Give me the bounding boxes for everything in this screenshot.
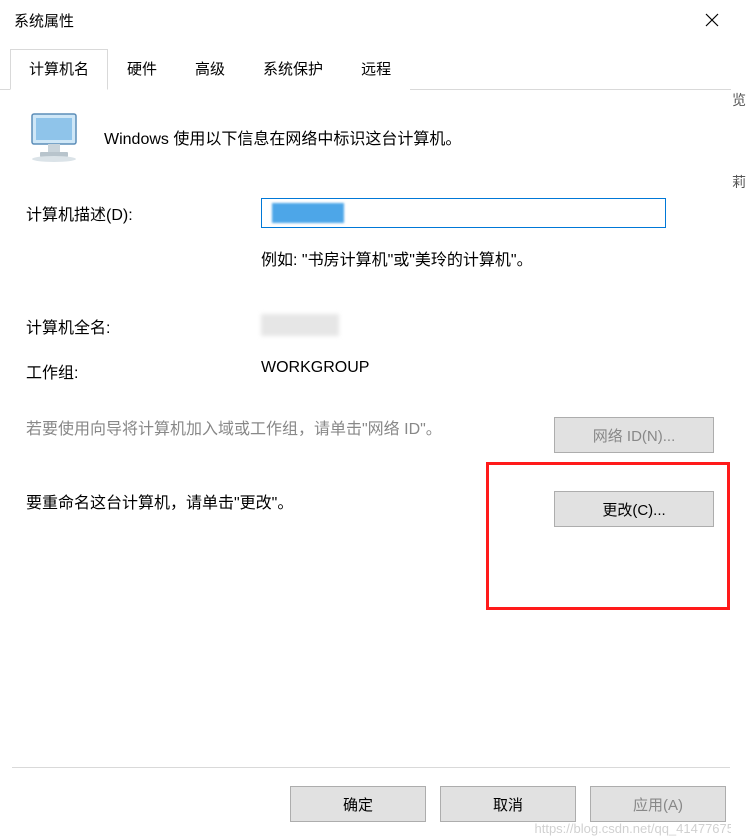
tab-advanced[interactable]: 高级 [176, 49, 244, 90]
intro-text: Windows 使用以下信息在网络中标识这台计算机。 [104, 125, 461, 149]
description-example: 例如: "书房计算机"或"美玲的计算机"。 [261, 246, 714, 270]
system-properties-window: 系统属性 计算机名 硬件 高级 系统保护 远程 Windows 使用以下信息在网… [0, 0, 740, 840]
fullname-label: 计算机全名: [26, 314, 261, 341]
redacted-value [261, 314, 339, 336]
redacted-value [272, 203, 344, 223]
tab-computer-name[interactable]: 计算机名 [10, 49, 108, 90]
action-section: 若要使用向导将计算机加入域或工作组，请单击"网络 ID"。 网络 ID(N)..… [26, 417, 714, 527]
workgroup-row: 工作组: WORKGROUP [26, 359, 714, 383]
computer-icon [26, 110, 86, 164]
close-icon [705, 13, 719, 27]
right-edge-fragment: 览 莉 [731, 0, 740, 840]
tab-content: Windows 使用以下信息在网络中标识这台计算机。 计算机描述(D): 例如:… [0, 90, 740, 557]
intro-row: Windows 使用以下信息在网络中标识这台计算机。 [26, 110, 714, 164]
tab-hardware[interactable]: 硬件 [108, 49, 176, 90]
description-input[interactable] [261, 198, 666, 228]
description-row: 计算机描述(D): 例如: "书房计算机"或"美玲的计算机"。 [26, 198, 714, 300]
description-label: 计算机描述(D): [26, 198, 261, 225]
workgroup-label: 工作组: [26, 359, 261, 383]
change-row: 要重命名这台计算机，请单击"更改"。 更改(C)... [26, 491, 714, 527]
fullname-row: 计算机全名: [26, 314, 714, 341]
network-id-text: 若要使用向导将计算机加入域或工作组，请单击"网络 ID"。 [26, 417, 442, 443]
apply-button: 应用(A) [590, 786, 726, 822]
tab-system-protection[interactable]: 系统保护 [244, 49, 342, 90]
change-text: 要重命名这台计算机，请单击"更改"。 [26, 491, 293, 517]
ok-button[interactable]: 确定 [290, 786, 426, 822]
footer-divider [12, 767, 730, 768]
network-id-button: 网络 ID(N)... [554, 417, 714, 453]
dialog-footer: 确定 取消 应用(A) [290, 772, 726, 822]
workgroup-value: WORKGROUP [261, 359, 369, 383]
titlebar: 系统属性 [0, 0, 740, 40]
change-button[interactable]: 更改(C)... [554, 491, 714, 527]
window-title: 系统属性 [14, 10, 74, 31]
watermark: https://blog.csdn.net/qq_41477675 [535, 821, 735, 836]
tab-strip: 计算机名 硬件 高级 系统保护 远程 [0, 48, 740, 90]
fullname-value [261, 314, 339, 341]
cancel-button[interactable]: 取消 [440, 786, 576, 822]
network-id-row: 若要使用向导将计算机加入域或工作组，请单击"网络 ID"。 网络 ID(N)..… [26, 417, 714, 453]
tab-remote[interactable]: 远程 [342, 49, 410, 90]
